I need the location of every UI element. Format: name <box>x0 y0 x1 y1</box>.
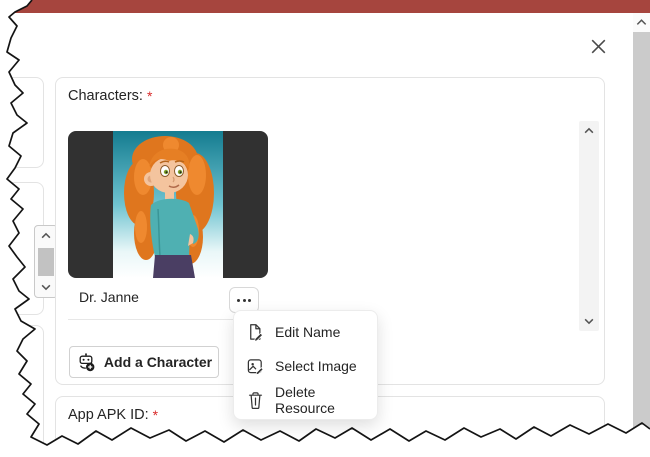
document-edit-icon <box>246 323 265 342</box>
apk-label-text: App APK ID: <box>68 407 149 423</box>
window-scrollbar-thumb[interactable] <box>633 32 650 457</box>
characters-label: Characters: * <box>68 88 152 104</box>
add-character-label: Add a Character <box>104 354 212 370</box>
chevron-up-icon[interactable] <box>40 230 52 242</box>
required-marker: * <box>153 407 158 423</box>
menu-item-label: Select Image <box>275 358 357 374</box>
character-tile[interactable] <box>68 131 268 278</box>
apk-label: App APK ID: * <box>68 407 158 423</box>
image-edit-icon <box>246 357 265 376</box>
chevron-up-icon[interactable] <box>583 125 595 137</box>
screenshot-stage: Characters: * <box>0 0 650 457</box>
menu-item-edit-name[interactable]: Edit Name <box>234 315 377 349</box>
close-icon <box>588 36 609 57</box>
chevron-down-icon[interactable] <box>583 315 595 327</box>
character-name: Dr. Janne <box>79 289 139 305</box>
menu-item-select-image[interactable]: Select Image <box>234 349 377 383</box>
ellipsis-horizontal-icon <box>237 299 240 302</box>
trash-icon <box>246 391 265 410</box>
menu-item-label: Edit Name <box>275 324 340 340</box>
menu-item-label: Delete Resource <box>275 384 365 416</box>
add-character-button[interactable]: Add a Character <box>69 346 219 378</box>
bot-add-icon <box>76 352 96 372</box>
close-button[interactable] <box>586 34 610 58</box>
left-panel-scrollbar-thumb[interactable] <box>38 248 54 276</box>
character-list-scrollbar[interactable] <box>579 121 599 331</box>
window-scrollbar[interactable] <box>633 13 650 457</box>
character-portrait-image <box>113 131 223 278</box>
characters-label-text: Characters: <box>68 88 143 104</box>
torn-left-panel-top <box>0 77 44 168</box>
chevron-down-icon[interactable] <box>40 281 52 293</box>
menu-item-delete-resource[interactable]: Delete Resource <box>234 383 377 417</box>
chevron-up-icon[interactable] <box>635 16 648 29</box>
window-accent-bar <box>0 0 650 13</box>
torn-left-panel-bottom <box>0 325 44 457</box>
required-marker: * <box>147 88 152 104</box>
character-context-menu: Edit Name Select Image Delete Resource <box>233 310 378 420</box>
